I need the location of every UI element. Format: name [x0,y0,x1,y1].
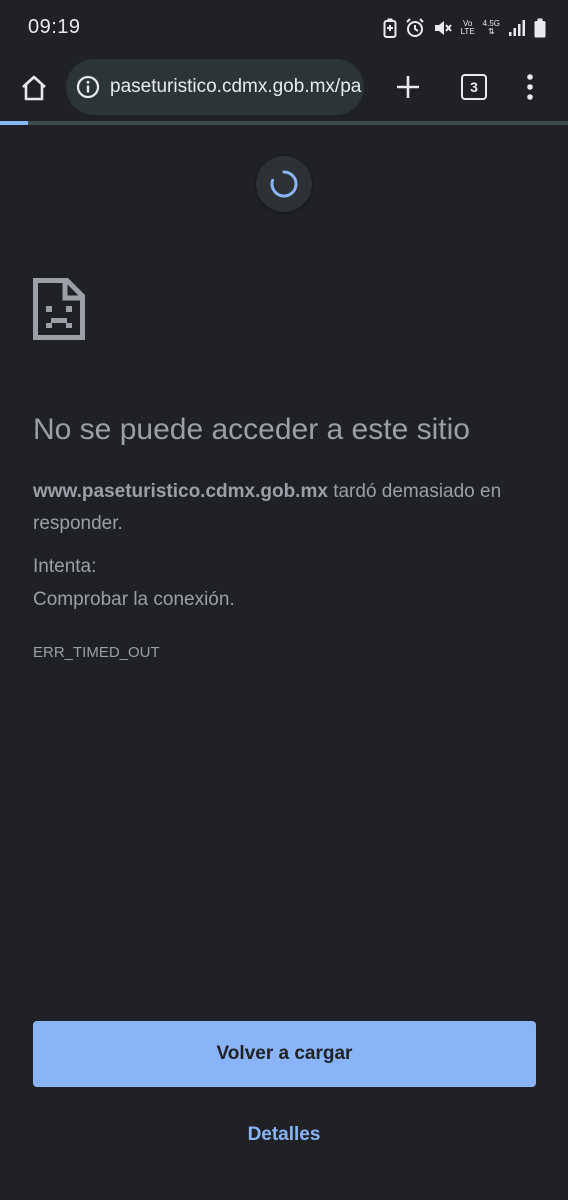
browser-toolbar: paseturistico.cdmx.gob.mx/pa 3 [0,56,568,122]
menu-button[interactable] [508,65,552,109]
reload-button[interactable]: Volver a cargar [33,1021,536,1087]
alarm-icon [405,18,424,37]
more-vert-icon [527,74,533,100]
battery-saver-icon [383,18,397,38]
url-text[interactable]: paseturistico.cdmx.gob.mx/pa [110,59,361,115]
mute-icon [434,21,452,35]
status-time: 09:19 [28,16,81,38]
suggestion-label: Intenta: [33,556,97,577]
new-tab-button[interactable] [386,65,430,109]
refresh-spinner [256,156,312,212]
error-code: ERR_TIMED_OUT [33,644,160,661]
battery-icon [534,18,546,38]
loading-spinner-icon [270,170,298,198]
volte-label-bottom: LTE [460,27,475,36]
plus-icon [397,76,419,98]
omnibox[interactable]: paseturistico.cdmx.gob.mx/pa [66,59,364,115]
error-title: No se puede acceder a este sitio [33,413,470,446]
tab-count: 3 [461,74,487,100]
error-host: www.paseturistico.cdmx.gob.mx [33,481,328,502]
page-load-progress-fill [0,121,29,125]
tab-switcher-button[interactable]: 3 [452,65,496,109]
data-arrows-icon: ⇅ [487,27,495,36]
network-type-icon: 4.5G ⇅ [483,20,500,36]
volte-icon: Vo LTE [461,20,475,36]
signal-icon [509,20,525,36]
status-bar: 09:19 Vo LTE 4.5G ⇅ [0,0,568,56]
error-description: www.paseturistico.cdmx.gob.mx tardó dema… [33,476,533,540]
home-button[interactable] [12,66,56,110]
page-load-progress [0,121,568,125]
info-icon[interactable] [76,75,100,99]
sad-page-icon [33,278,85,340]
suggestion-item: Comprobar la conexión. [33,589,235,610]
home-icon [22,75,46,101]
status-icons: Vo LTE 4.5G ⇅ [383,17,546,39]
details-button[interactable]: Detalles [0,1124,568,1146]
